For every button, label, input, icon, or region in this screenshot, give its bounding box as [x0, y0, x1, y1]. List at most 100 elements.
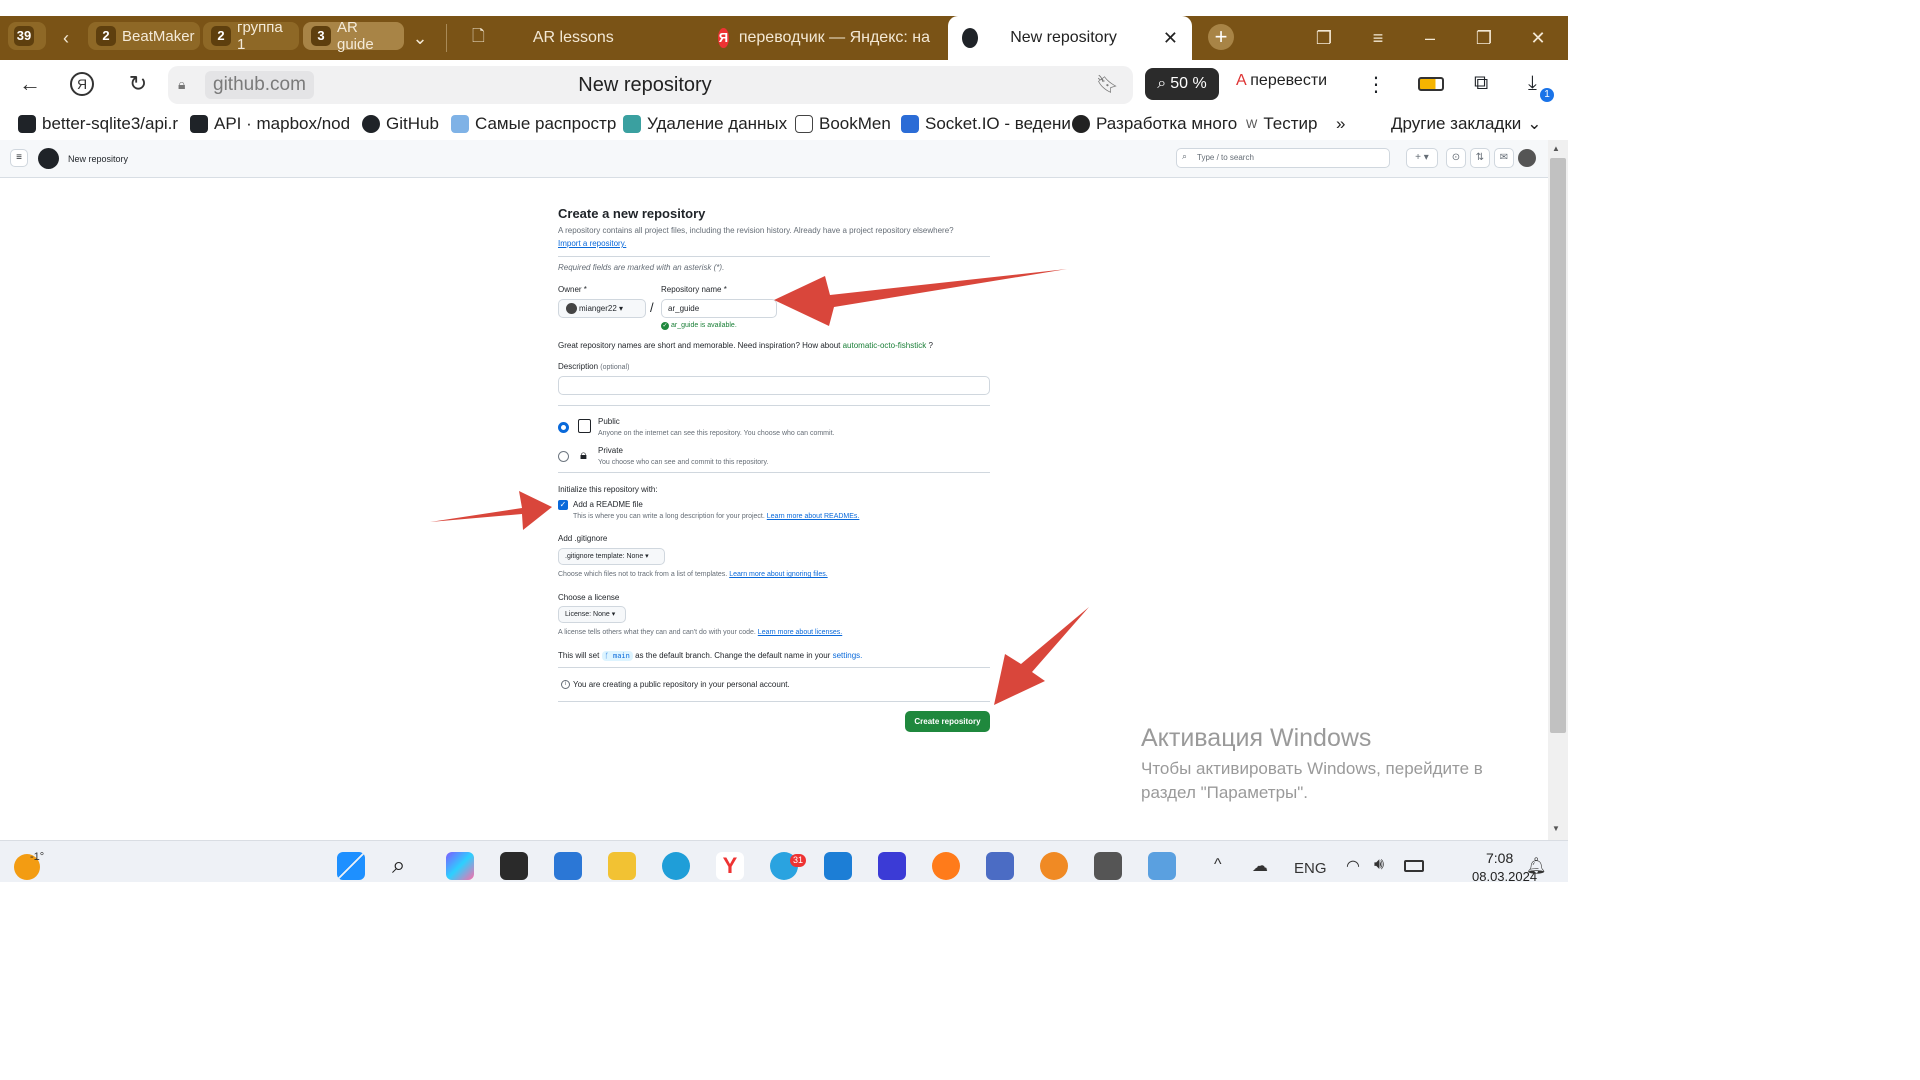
issues-icon[interactable]: ⊙	[1446, 148, 1466, 168]
restore-icon[interactable]: ❐	[1472, 26, 1496, 50]
start-icon[interactable]	[337, 852, 365, 880]
more-icon[interactable]: ⋮	[1366, 72, 1386, 97]
license-select[interactable]: License: None ▾	[558, 606, 626, 623]
tab-count[interactable]: 39	[8, 22, 46, 50]
app-icon[interactable]	[1148, 852, 1176, 880]
tab-group-1[interactable]: 2 группа 1	[203, 19, 299, 53]
lock-icon[interactable]: 🔒︎	[178, 76, 192, 92]
language-indicator[interactable]: ENG	[1294, 860, 1327, 877]
avatar[interactable]	[1518, 149, 1536, 167]
downloads-icon[interactable]: ⤓	[1528, 72, 1537, 95]
inspiration-text: Great repository names are short and mem…	[558, 341, 933, 350]
description-input[interactable]	[558, 376, 990, 395]
import-link[interactable]: Import a repository.	[558, 239, 626, 248]
tab-ar-lessons[interactable]: 🗋 AR lessons	[458, 16, 698, 60]
create-repository-button[interactable]: Create repository	[905, 711, 990, 732]
search-icon[interactable]: ⌕	[392, 852, 405, 880]
tray-chevron-icon[interactable]: ^	[1214, 856, 1222, 874]
volume-icon[interactable]: 🔊︎	[1374, 856, 1384, 874]
tab-bar: 39 ‹ 2 BeatMaker 2 группа 1 3 AR guide ⌄ 🗋 …	[0, 16, 1568, 60]
notifications-icon[interactable]: 🔔︎	[1526, 856, 1546, 876]
bookmark-item-0[interactable]: better-sqlite3/api.r	[18, 114, 178, 134]
init-label: Initialize this repository with:	[558, 485, 658, 494]
other-bookmarks[interactable]: Другие закладки ⌄	[1391, 114, 1542, 134]
battery-saver-icon[interactable]	[1418, 77, 1444, 91]
scrollbar-thumb[interactable]	[1550, 158, 1566, 733]
minimize-icon[interactable]: –	[1418, 26, 1442, 50]
gitignore-learn-link[interactable]: Learn more about ignoring files.	[729, 571, 827, 578]
battery-icon[interactable]	[1404, 860, 1424, 872]
readme-learn-link[interactable]: Learn more about READMEs.	[767, 513, 860, 520]
reload-icon[interactable]: ↻	[124, 70, 152, 98]
repo-name-input[interactable]: ar_guide	[661, 299, 777, 318]
new-tab-button[interactable]: +	[1208, 24, 1234, 50]
firefox-icon[interactable]	[932, 852, 960, 880]
license-description: A license tells others what they can and…	[558, 629, 843, 636]
public-radio[interactable]	[558, 422, 569, 433]
close-window-icon[interactable]: ✕	[1526, 26, 1550, 50]
bookmark-icon[interactable]: 🔖︎	[1096, 74, 1119, 94]
gitignore-select[interactable]: .gitignore template: None ▾	[558, 548, 665, 565]
tab-group-beatmaker[interactable]: 2 BeatMaker	[88, 22, 200, 50]
copilot-icon[interactable]	[446, 852, 474, 880]
telegram-badge: 31	[790, 854, 806, 867]
bookmark-item-5[interactable]: BookMen	[795, 114, 891, 134]
readme-checkbox[interactable]: ✓	[558, 500, 568, 510]
store-icon[interactable]	[554, 852, 582, 880]
unity-icon[interactable]	[1094, 852, 1122, 880]
public-label: Public	[598, 417, 620, 426]
scroll-down-icon[interactable]: ▼	[1552, 824, 1560, 833]
zoom-indicator[interactable]: ⌕ 50 %	[1145, 68, 1219, 100]
github-logo-icon[interactable]	[38, 148, 59, 169]
translate-button[interactable]: A перевести	[1236, 72, 1327, 90]
chevron-down-icon: ⌄	[1527, 114, 1542, 133]
suggested-name[interactable]: automatic-octo-fishstick	[843, 341, 927, 350]
scroll-up-icon[interactable]: ▲	[1552, 144, 1560, 153]
clock-time[interactable]: 7:08	[1486, 850, 1513, 866]
private-label: Private	[598, 446, 623, 455]
owner-label: Owner *	[558, 285, 587, 294]
yandex-browser-icon[interactable]: Y	[716, 852, 744, 880]
collections-icon[interactable]: ❐	[1312, 26, 1336, 50]
yandex-home-icon[interactable]: Я	[70, 72, 94, 96]
bookmarks-overflow-icon[interactable]: »	[1336, 114, 1345, 134]
private-radio[interactable]	[558, 451, 569, 462]
pull-requests-icon[interactable]: ⇅	[1470, 148, 1490, 168]
close-tab-icon[interactable]: ✕	[1163, 28, 1178, 49]
vscode-icon[interactable]	[824, 852, 852, 880]
search-input[interactable]: Type / to search	[1176, 148, 1390, 168]
bookmark-item-2[interactable]: GitHub	[362, 114, 439, 134]
weather-temp: -1°	[30, 851, 45, 863]
bookmark-item-6[interactable]: Socket.IO - ведени	[901, 114, 1071, 134]
bookmark-item-8[interactable]: W Тестир	[1246, 114, 1317, 134]
tab-group-ar-guide[interactable]: 3 AR guide	[303, 19, 404, 53]
settings-link[interactable]: settings.	[833, 651, 863, 660]
bookmark-item-1[interactable]: API · mapbox/nod	[190, 114, 350, 134]
bookmark-item-4[interactable]: Удаление данных	[623, 114, 787, 134]
inbox-icon[interactable]: ✉	[1494, 148, 1514, 168]
license-label: Choose a license	[558, 593, 620, 602]
blender-icon[interactable]	[1040, 852, 1068, 880]
app-icon[interactable]	[878, 852, 906, 880]
bookmark-item-7[interactable]: Разработка много	[1072, 114, 1237, 134]
tab-yandex-translator[interactable]: Я переводчик — Яндекс: на	[704, 16, 944, 60]
back-icon[interactable]: ←	[16, 70, 44, 98]
group-expand-icon[interactable]: ⌄	[408, 26, 432, 50]
extensions-icon[interactable]: ⧉	[1474, 72, 1488, 95]
menu-icon[interactable]: ≡	[1366, 26, 1390, 50]
onedrive-icon[interactable]: ☁	[1252, 856, 1268, 876]
url-host[interactable]: github.com	[205, 71, 314, 99]
bookmark-item-3[interactable]: Самые распростр	[451, 114, 616, 134]
wifi-icon[interactable]: ◠	[1346, 856, 1360, 876]
header-context: New repository	[68, 154, 129, 164]
hamburger-icon[interactable]: ≡	[10, 149, 28, 167]
task-view-icon[interactable]	[500, 852, 528, 880]
create-new-button[interactable]: + ▾	[1406, 148, 1438, 168]
tabs-back-icon[interactable]: ‹	[54, 26, 78, 50]
info-icon: i	[561, 680, 570, 689]
file-explorer-icon[interactable]	[608, 852, 636, 880]
tab-new-repository[interactable]: New repository ✕	[948, 16, 1192, 60]
network-app-icon[interactable]	[986, 852, 1014, 880]
license-learn-link[interactable]: Learn more about licenses.	[758, 629, 842, 636]
edge-icon[interactable]	[662, 852, 690, 880]
